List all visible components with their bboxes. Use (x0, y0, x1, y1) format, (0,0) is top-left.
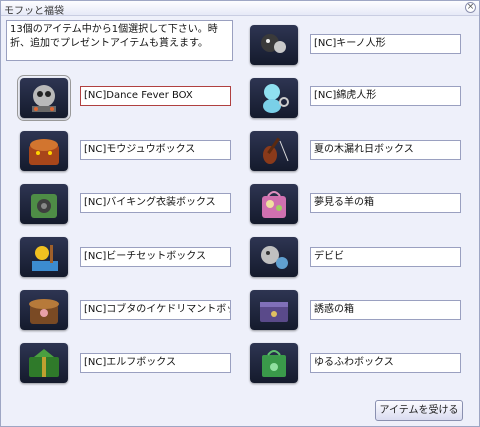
close-icon[interactable]: × (465, 2, 476, 13)
item-label[interactable]: [NC]ビーチセットボックス (80, 247, 231, 267)
item-label[interactable]: [NC]キーノ人形 (310, 34, 461, 54)
item-label[interactable]: 夢見る羊の箱 (310, 193, 461, 213)
item-label[interactable]: [NC]コブタのイケドリマントボックス (80, 300, 231, 320)
description-text: 13個のアイテム中から1個選択して下さい。時折、追加でプレゼントアイテムも貰えま… (6, 20, 233, 61)
item-label[interactable]: 夏の木漏れ日ボックス (310, 140, 461, 160)
tiger-doll-icon[interactable] (250, 78, 298, 118)
item-label[interactable]: ゆるふわボックス (310, 353, 461, 373)
piglet-box-icon[interactable] (20, 290, 68, 330)
item-label[interactable]: [NC]Dance Fever BOX (80, 86, 231, 106)
item-label[interactable]: 誘惑の箱 (310, 300, 461, 320)
gift-bag-window: モフッと福袋 × 13個のアイテム中から1個選択して下さい。時折、追加でプレゼン… (0, 0, 480, 427)
item-label[interactable]: [NC]モウジュウボックス (80, 140, 231, 160)
titlebar: モフッと福袋 × (1, 1, 479, 17)
elf-box-icon[interactable] (20, 343, 68, 383)
item-label[interactable]: デビビ (310, 247, 461, 267)
dance-fever-box-icon[interactable] (17, 75, 71, 121)
kino-doll-icon[interactable] (250, 25, 298, 65)
devibi-icon[interactable] (250, 237, 298, 277)
beach-box-icon[interactable] (20, 237, 68, 277)
beast-box-icon[interactable] (20, 131, 68, 171)
item-label[interactable]: [NC]エルフボックス (80, 353, 231, 373)
window-title: モフッと福袋 (4, 6, 64, 17)
fluffy-box-icon[interactable] (250, 343, 298, 383)
viking-box-icon[interactable] (20, 184, 68, 224)
sheep-bag-icon[interactable] (250, 184, 298, 224)
temptation-box-icon[interactable] (250, 290, 298, 330)
violin-box-icon[interactable] (250, 131, 298, 171)
item-label[interactable]: [NC]綿虎人形 (310, 86, 461, 106)
accept-item-button[interactable]: アイテムを受ける (375, 400, 463, 421)
item-label[interactable]: [NC]バイキング衣装ボックス (80, 193, 231, 213)
